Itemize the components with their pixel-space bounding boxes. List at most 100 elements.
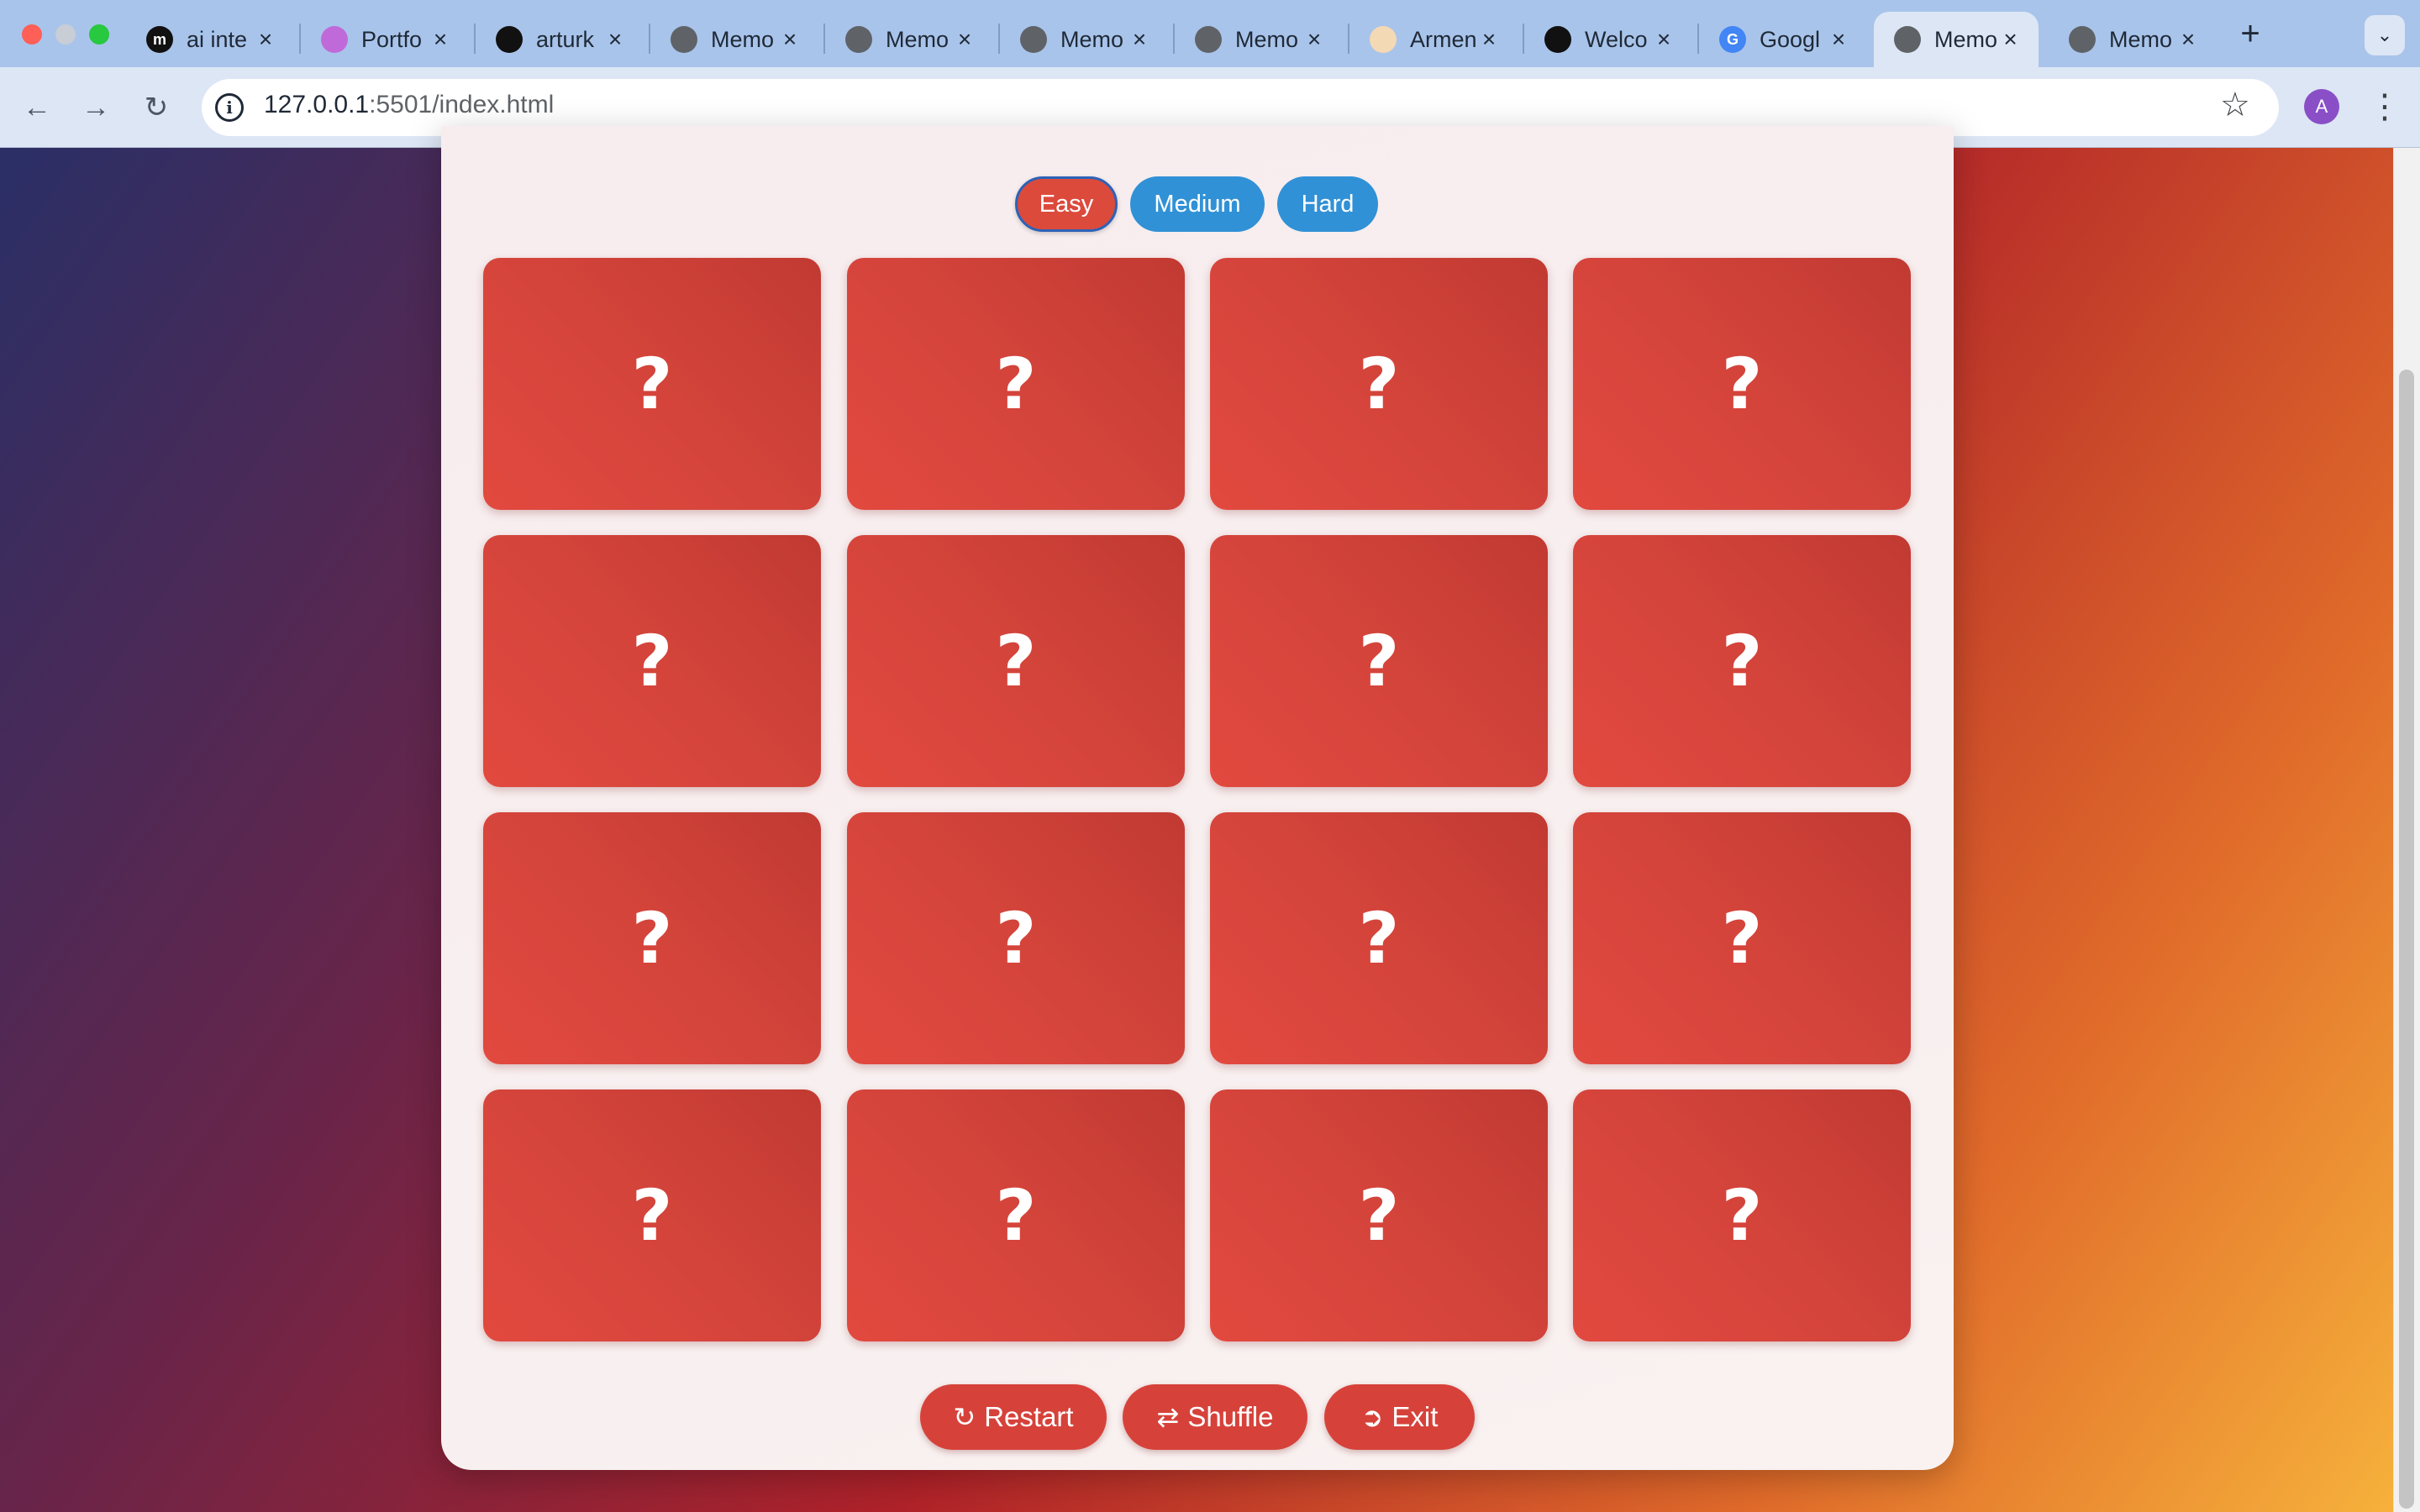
browser-tab[interactable]: Memo × <box>650 12 818 67</box>
tab-title: Memo <box>1060 26 1124 52</box>
globe-icon <box>2069 26 2096 53</box>
browser-tab[interactable]: Memo × <box>825 12 993 67</box>
tab-title: Welco <box>1585 26 1648 52</box>
close-tab-icon[interactable]: × <box>1126 26 1153 53</box>
browser-tab[interactable]: Memo × <box>1175 12 1343 67</box>
memory-card[interactable]: ? <box>483 535 821 787</box>
memory-card[interactable]: ? <box>1210 812 1548 1064</box>
globe-icon <box>1894 26 1921 53</box>
browser-tab[interactable]: Portfo × <box>301 12 469 67</box>
tab-title: Memo <box>1235 26 1299 52</box>
close-tab-icon[interactable]: × <box>1476 26 1502 53</box>
close-tab-icon[interactable]: × <box>1825 26 1852 53</box>
globe-icon <box>845 26 872 53</box>
browser-tab[interactable]: Armen × <box>1349 12 1518 67</box>
card-question-mark: ? <box>1358 1174 1400 1257</box>
restart-icon: ↻ <box>953 1401 976 1433</box>
browser-tab[interactable]: arturk × <box>476 12 644 67</box>
card-question-mark: ? <box>1358 343 1400 425</box>
browser-tab[interactable]: m ai inte × <box>126 12 294 67</box>
close-tab-icon[interactable]: × <box>776 26 803 53</box>
feather-icon <box>1370 26 1397 53</box>
restart-label: Restart <box>984 1401 1074 1432</box>
window-minimize-button[interactable] <box>55 24 76 45</box>
tab-title: Memo <box>711 26 775 52</box>
card-question-mark: ? <box>631 620 673 702</box>
back-button[interactable]: ← <box>15 86 59 129</box>
memory-card[interactable]: ? <box>847 535 1185 787</box>
close-tab-icon[interactable]: × <box>1301 26 1328 53</box>
memory-card[interactable]: ? <box>1210 1089 1548 1341</box>
card-question-mark: ? <box>995 897 1037 979</box>
profile-avatar[interactable]: A <box>2304 89 2339 124</box>
memory-card[interactable]: ? <box>1210 258 1548 510</box>
browser-tab[interactable]: Welco × <box>1524 12 1692 67</box>
tab-title: Memo <box>2109 26 2173 52</box>
card-question-mark: ? <box>631 897 673 979</box>
memory-card[interactable]: ? <box>1573 535 1911 787</box>
card-question-mark: ? <box>1358 897 1400 979</box>
tab-title: ai inte <box>187 26 248 52</box>
close-tab-icon[interactable]: × <box>427 26 454 53</box>
tab-title: Googl <box>1760 26 1821 52</box>
close-tab-icon[interactable]: × <box>602 26 629 53</box>
site-info-icon[interactable]: i <box>215 93 244 122</box>
memory-card[interactable]: ? <box>483 812 821 1064</box>
shuffle-label: Shuffle <box>1187 1401 1274 1432</box>
browser-menu-icon[interactable]: ⋮ <box>2368 86 2402 128</box>
url-text[interactable]: 127.0.0.1:5501/index.html <box>264 91 554 119</box>
google-translate-icon: G <box>1719 26 1746 53</box>
bookmark-star-icon[interactable]: ☆ <box>2220 86 2250 124</box>
memory-card[interactable]: ? <box>483 1089 821 1341</box>
tab-strip: m ai inte × Portfo × arturk × Memo × Memo × Memo × Me… <box>0 0 2420 67</box>
portfolio-icon <box>321 26 348 53</box>
exit-button[interactable]: ➲ Exit <box>1324 1384 1475 1450</box>
card-question-mark: ? <box>1721 620 1763 702</box>
close-tab-icon[interactable]: × <box>252 26 279 53</box>
difficulty-easy-button[interactable]: Easy <box>1015 176 1118 232</box>
difficulty-hard-button[interactable]: Hard <box>1277 176 1378 232</box>
card-question-mark: ? <box>1721 343 1763 425</box>
card-question-mark: ? <box>995 620 1037 702</box>
close-tab-icon[interactable]: × <box>1997 26 2023 53</box>
memory-card[interactable]: ? <box>1210 535 1548 787</box>
reload-button[interactable]: ↻ <box>134 86 178 129</box>
card-question-mark: ? <box>631 1174 673 1257</box>
tab-title: Armen <box>1410 26 1476 52</box>
card-question-mark: ? <box>1721 897 1763 979</box>
browser-tab[interactable]: G Googl × <box>1699 12 1867 67</box>
window-close-button[interactable] <box>22 24 42 45</box>
globe-icon <box>1195 26 1222 53</box>
scrollbar-thumb[interactable] <box>2399 370 2414 1509</box>
browser-tab[interactable]: Memo × <box>1874 12 2039 67</box>
memory-card[interactable]: ? <box>1573 258 1911 510</box>
forward-button[interactable]: → <box>74 86 118 129</box>
new-tab-button[interactable]: + <box>2230 13 2270 54</box>
restart-button[interactable]: ↻ Restart <box>920 1384 1107 1450</box>
card-question-mark: ? <box>631 343 673 425</box>
openai-icon <box>1544 26 1571 53</box>
globe-icon <box>671 26 697 53</box>
tab-search-button[interactable]: ⌄ <box>2365 15 2405 55</box>
memory-card[interactable]: ? <box>1573 812 1911 1064</box>
close-tab-icon[interactable]: × <box>2175 26 2202 53</box>
shuffle-button[interactable]: ⇄ Shuffle <box>1123 1384 1307 1450</box>
card-question-mark: ? <box>995 1174 1037 1257</box>
tab-title: Memo <box>1934 26 1998 52</box>
exit-door-icon: ➲ <box>1360 1401 1384 1433</box>
memory-card[interactable]: ? <box>847 258 1185 510</box>
browser-tab[interactable]: Memo × <box>2049 12 2217 67</box>
window-zoom-button[interactable] <box>89 24 109 45</box>
memory-card[interactable]: ? <box>847 812 1185 1064</box>
memory-card[interactable]: ? <box>483 258 821 510</box>
tab-title: Memo <box>886 26 950 52</box>
memory-card[interactable]: ? <box>1573 1089 1911 1341</box>
close-tab-icon[interactable]: × <box>951 26 978 53</box>
memory-card[interactable]: ? <box>847 1089 1185 1341</box>
medium-icon: m <box>146 26 173 53</box>
close-tab-icon[interactable]: × <box>1650 26 1677 53</box>
difficulty-medium-button[interactable]: Medium <box>1130 176 1265 232</box>
github-icon <box>496 26 523 53</box>
card-question-mark: ? <box>1721 1174 1763 1257</box>
browser-tab[interactable]: Memo × <box>1000 12 1168 67</box>
